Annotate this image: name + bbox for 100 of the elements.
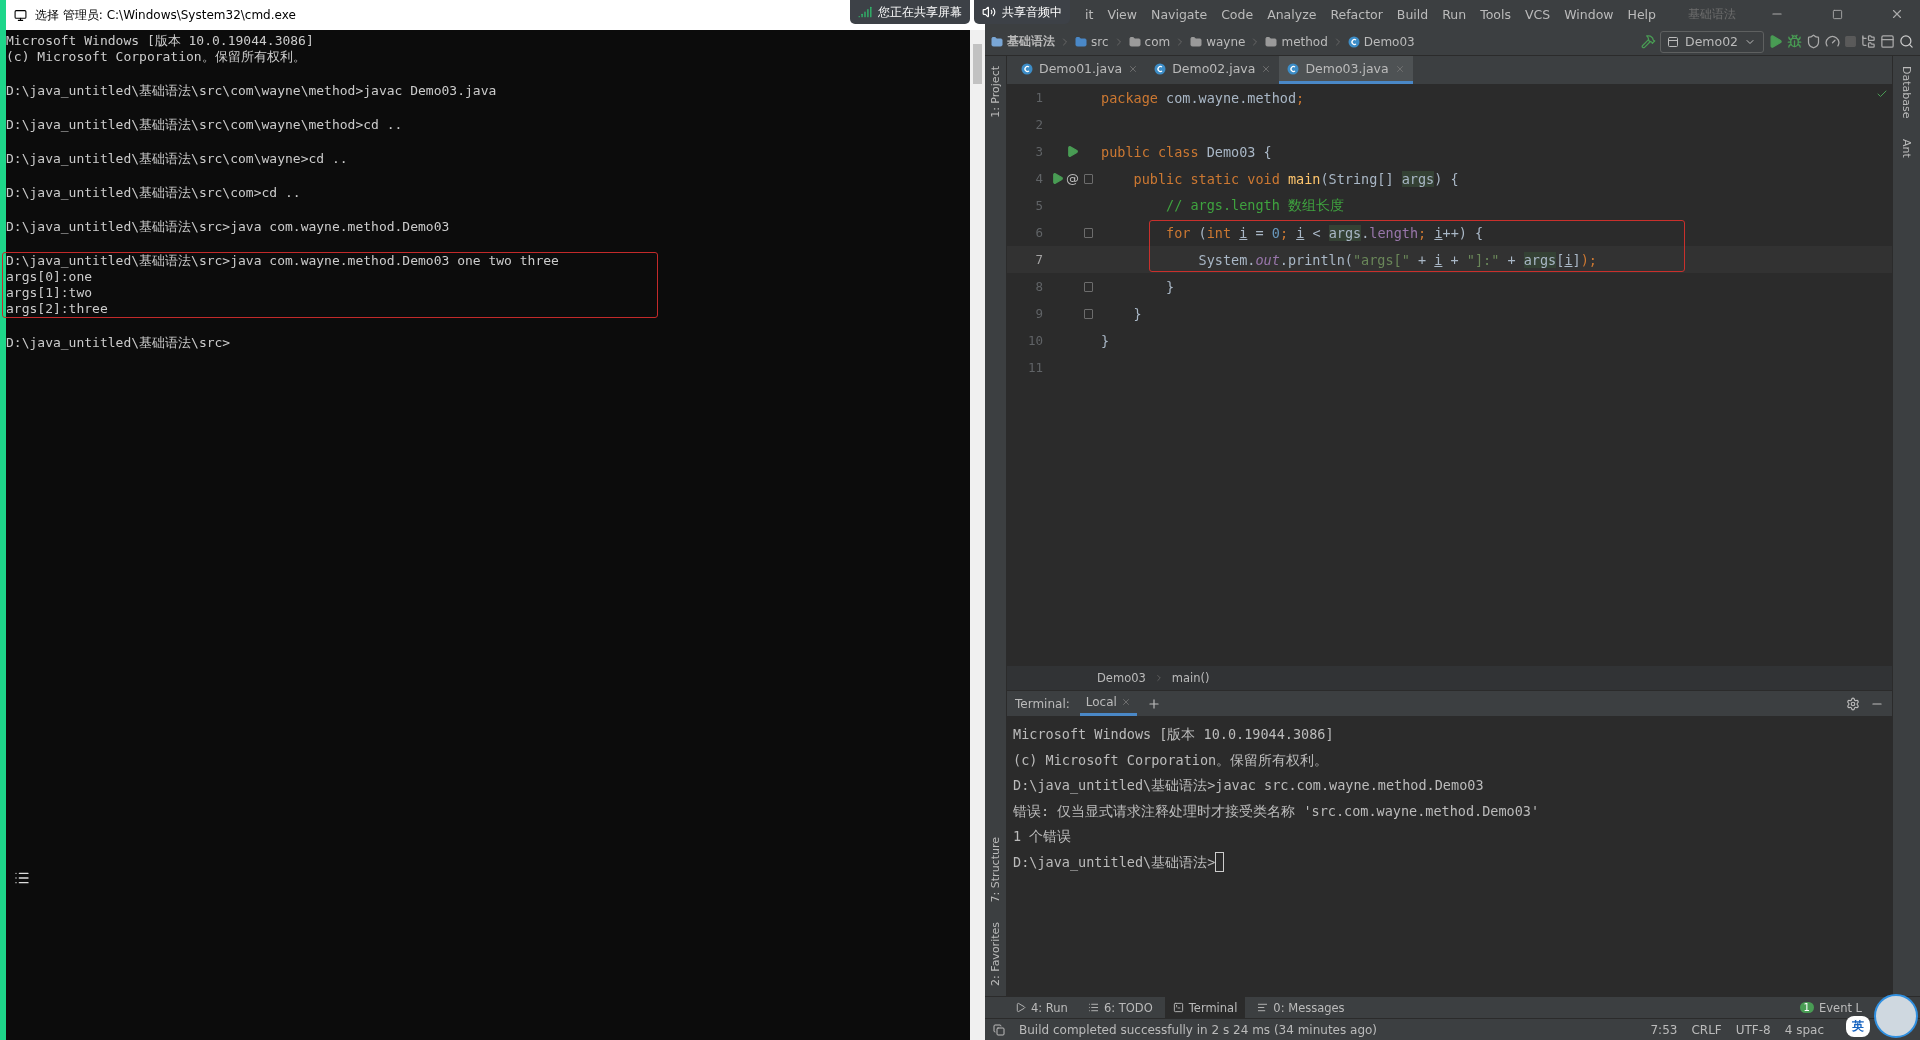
play-icon [1015,1002,1026,1013]
tool-tab[interactable]: 4: Run [1007,997,1076,1018]
terminal-line: 1 个错误 [1013,827,1073,846]
line-number: 7 [1034,252,1043,267]
code-line: package com.wayne.method; [1100,89,1305,106]
breadcrumb[interactable]: Demo03 [1347,34,1415,49]
breadcrumb[interactable]: com [1128,34,1171,49]
breadcrumb[interactable]: 基础语法 [991,33,1055,50]
fold-marker[interactable] [1083,227,1093,238]
close-icon[interactable] [1890,7,1904,21]
file-tab[interactable]: Demo02.java [1146,56,1280,84]
layout-icon[interactable] [1880,34,1895,49]
breadcrumb[interactable]: src [1075,34,1109,49]
code-line: public class Demo03 { [1100,143,1272,160]
console-line: args[0]:one [6,269,94,285]
console-line: D:\java_untitled\基础语法\src\com\wayne\method>javac Demo03.java [6,83,498,99]
package-icon [1190,35,1203,48]
list-icon [1087,1002,1099,1013]
package-icon [1265,35,1278,48]
run-icon[interactable] [1768,34,1783,49]
tool-tab[interactable]: 0: Messages [1249,997,1353,1018]
menu-item[interactable]: it [1085,6,1094,22]
menu-item[interactable]: Refactor [1330,6,1383,22]
status-item[interactable]: 4 spac [1784,1022,1824,1037]
menu-item[interactable]: View [1107,6,1138,22]
status-item[interactable]: UTF-8 [1735,1022,1771,1037]
tool-window-tab[interactable]: Ant [1900,134,1913,162]
fold-marker[interactable] [1083,308,1093,319]
settings-icon[interactable] [1846,696,1860,711]
breadcrumb[interactable]: Demo03 [1097,671,1146,685]
line-number: 5 [1034,198,1043,213]
code-line: } [1132,305,1142,322]
messages-icon [1257,1002,1269,1013]
debug-icon[interactable] [1787,34,1802,49]
signal-icon [858,5,872,19]
search-icon[interactable] [1899,34,1914,49]
run-icon[interactable] [1051,172,1064,185]
add-icon[interactable] [1146,696,1161,711]
menu-item[interactable]: VCS [1525,6,1551,22]
tool-tab[interactable]: 6: TODO [1079,997,1161,1018]
code-line: // args.length 数组长度 [1165,196,1344,215]
code-line: } [1100,332,1110,349]
build-icon[interactable] [1641,34,1656,49]
line-number: 2 [1034,117,1043,132]
terminal-icon [1172,1002,1184,1013]
console-line: args[2]:three [6,301,109,317]
status-item[interactable]: CRLF [1691,1022,1722,1037]
run-config-dropdown[interactable]: Demo02 [1660,30,1764,53]
check-icon [1876,88,1888,100]
menu-item[interactable]: Navigate [1151,6,1208,22]
breadcrumb[interactable]: method [1265,34,1328,49]
terminal-line: Microsoft Windows [版本 10.0.19044.3086] [1013,725,1335,744]
sharing-badge[interactable]: 您正在共享屏幕 [850,0,970,24]
line-number: 3 [1034,144,1043,159]
coverage-icon[interactable] [1806,34,1821,49]
override-marker[interactable]: @ [1066,171,1079,186]
file-tab[interactable]: Demo03.java [1279,56,1413,84]
console-line: D:\java_untitled\基础语法\src> [6,335,232,351]
class-icon [1021,62,1033,75]
console-line: D:\java_untitled\基础语法\src>java com.wayne.method.Demo03 [6,219,451,235]
code-line: for (int i = 0; i < args.length; i++) { [1165,224,1484,241]
line-number: 8 [1034,279,1043,294]
count-badge: 1 [1799,1002,1814,1013]
menu-item[interactable]: Tools [1480,6,1511,22]
fold-marker[interactable] [1083,173,1093,184]
terminal-line: 错误: 仅当显式请求注释处理时才接受类名称 'src.com.wayne.method.Demo03' [1013,801,1541,821]
breadcrumb[interactable]: main() [1171,671,1210,685]
file-tab[interactable]: Demo01.java [1013,56,1147,84]
menu-item[interactable]: Code [1221,6,1254,22]
ime-indicator[interactable]: 英 [1846,1016,1870,1037]
maximize-icon[interactable] [1831,8,1843,20]
tool-window-tab[interactable]: 1: Project [989,62,1002,122]
fold-marker[interactable] [1083,281,1093,292]
tool-window-tab[interactable]: 2: Favorites [989,918,1002,990]
menu-item[interactable]: Window [1564,6,1614,22]
project-structure-icon[interactable] [1861,34,1876,49]
close-icon[interactable] [1120,697,1131,707]
tool-window-tab[interactable]: 7: Structure [989,832,1002,907]
layout-icon[interactable] [993,1023,1005,1036]
code-line: public static void main(String[] args) { [1132,170,1459,187]
menu-item[interactable]: Run [1442,6,1467,22]
line-number: 1 [1034,90,1043,105]
console-line: D:\java_untitled\基础语法\src>java com.wayne.method.Demo03 one two three [6,253,560,269]
run-icon[interactable] [1066,145,1079,158]
status-item[interactable]: 7:53 [1650,1022,1678,1037]
menu-item[interactable]: Build [1396,6,1429,22]
tool-window-tab[interactable]: Database [1900,62,1913,123]
audio-badge[interactable]: 共享音频中 [974,0,1070,24]
menu-item[interactable]: Help [1627,6,1656,22]
list-icon[interactable] [14,870,30,886]
close-icon[interactable] [1261,63,1272,74]
tool-tab[interactable]: Terminal [1164,997,1246,1018]
menu-item[interactable]: Analyze [1267,6,1317,22]
terminal-line: D:\java_untitled\基础语法> [1013,849,1886,875]
close-icon[interactable] [1128,63,1139,74]
scrollbar[interactable] [970,30,985,1040]
profile-icon[interactable] [1825,34,1840,49]
line-number: 10 [1026,333,1043,348]
line-number: 9 [1034,306,1043,321]
breadcrumb[interactable]: wayne [1190,34,1246,49]
